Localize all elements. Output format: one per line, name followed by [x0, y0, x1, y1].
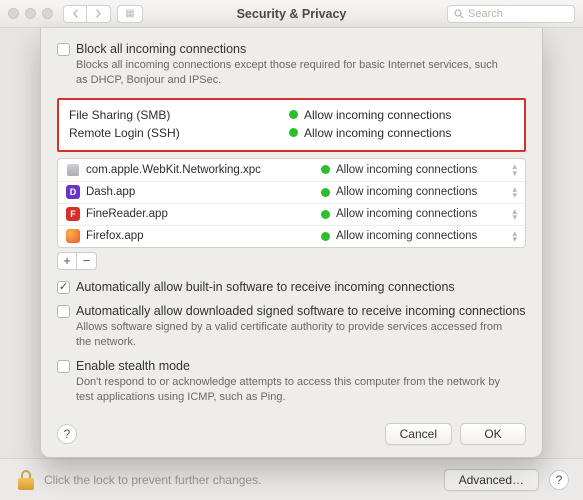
service-row: File Sharing (SMB) Allow incoming connec… [69, 106, 514, 124]
app-name: FineReader.app [86, 208, 321, 220]
dash-app-icon: D [66, 185, 80, 199]
stealth-desc: Don't respond to or acknowledge attempts… [76, 375, 506, 405]
chevron-right-icon [95, 9, 102, 18]
firewall-options-sheet: Block all incoming connections Blocks al… [40, 28, 543, 458]
firefox-app-icon [66, 229, 80, 243]
minus-icon: − [83, 253, 91, 268]
finereader-app-icon: F [66, 207, 80, 221]
nav-group [63, 5, 111, 23]
chevron-down-icon: ▾ [512, 236, 517, 242]
chevron-down-icon: ▾ [512, 192, 517, 198]
status-dot-icon [321, 232, 330, 241]
advanced-button[interactable]: Advanced… [444, 469, 539, 491]
app-list[interactable]: com.apple.WebKit.Networking.xpc Allow in… [57, 158, 526, 248]
cancel-button[interactable]: Cancel [385, 423, 452, 445]
service-name: File Sharing (SMB) [69, 108, 289, 122]
app-name: Dash.app [86, 186, 321, 198]
app-status: Allow incoming connections [336, 186, 477, 198]
block-all-desc: Blocks all incoming connections except t… [76, 58, 506, 88]
lock-icon[interactable] [18, 470, 34, 490]
remove-app-button[interactable]: − [77, 252, 97, 270]
service-status: Allow incoming connections [304, 108, 451, 122]
status-dot-icon [321, 188, 330, 197]
app-name: Firefox.app [86, 230, 321, 242]
stealth-label: Enable stealth mode [76, 359, 506, 373]
grid-icon: ▦ [125, 8, 134, 19]
status-dot-icon [321, 165, 330, 174]
auto-builtin-option: Automatically allow built-in software to… [57, 280, 526, 294]
highlighted-services: File Sharing (SMB) Allow incoming connec… [57, 98, 526, 152]
chevron-left-icon [72, 9, 79, 18]
block-all-checkbox[interactable] [57, 43, 70, 56]
status-popup-button[interactable]: ▴▾ [512, 186, 517, 199]
close-window-icon[interactable] [8, 8, 19, 19]
app-name: com.apple.WebKit.Networking.xpc [86, 164, 321, 176]
search-placeholder: Search [468, 8, 503, 20]
status-dot-icon [321, 210, 330, 219]
status-popup-button[interactable]: ▴▾ [512, 208, 517, 221]
app-row[interactable]: com.apple.WebKit.Networking.xpc Allow in… [58, 159, 525, 181]
add-app-button[interactable]: + [57, 252, 77, 270]
footer-help-button[interactable]: ? [549, 470, 569, 490]
pane-backdrop: Block all incoming connections Blocks al… [0, 28, 583, 458]
status-popup-button[interactable]: ▴▾ [512, 230, 517, 243]
auto-signed-checkbox[interactable] [57, 305, 70, 318]
auto-builtin-label: Automatically allow built-in software to… [76, 280, 455, 294]
xpc-icon [66, 163, 80, 177]
status-popup-button[interactable]: ▴▾ [512, 163, 517, 176]
sheet-footer: ? Cancel OK [57, 423, 526, 445]
plus-icon: + [63, 253, 71, 268]
show-all-button[interactable]: ▦ [117, 5, 143, 23]
auto-builtin-checkbox[interactable] [57, 281, 70, 294]
help-icon: ? [556, 473, 563, 487]
search-icon [454, 9, 464, 19]
pane-footer: Click the lock to prevent further change… [0, 458, 583, 500]
auto-signed-label: Automatically allow downloaded signed so… [76, 304, 526, 318]
back-button[interactable] [63, 5, 87, 23]
ok-button[interactable]: OK [460, 423, 526, 445]
app-row[interactable]: D Dash.app Allow incoming connections ▴▾ [58, 181, 525, 203]
chevron-down-icon: ▾ [512, 170, 517, 176]
app-status: Allow incoming connections [336, 208, 477, 220]
service-status: Allow incoming connections [304, 126, 451, 140]
window-controls [8, 8, 53, 19]
app-row[interactable]: F FineReader.app Allow incoming connecti… [58, 203, 525, 225]
app-status: Allow incoming connections [336, 230, 477, 242]
zoom-window-icon[interactable] [42, 8, 53, 19]
app-row[interactable]: Firefox.app Allow incoming connections ▴… [58, 225, 525, 247]
auto-signed-option: Automatically allow downloaded signed so… [57, 304, 526, 350]
block-all-option: Block all incoming connections Blocks al… [57, 42, 526, 88]
block-all-label: Block all incoming connections [76, 42, 506, 56]
status-dot-icon [289, 110, 298, 119]
window-titlebar: ▦ Security & Privacy Search [0, 0, 583, 28]
forward-button[interactable] [87, 5, 111, 23]
sheet-help-button[interactable]: ? [57, 424, 77, 444]
status-dot-icon [289, 128, 298, 137]
auto-signed-desc: Allows software signed by a valid certif… [76, 320, 506, 350]
help-icon: ? [64, 427, 71, 441]
stealth-checkbox[interactable] [57, 360, 70, 373]
service-name: Remote Login (SSH) [69, 126, 289, 140]
add-remove-group: + − [57, 252, 526, 270]
minimize-window-icon[interactable] [25, 8, 36, 19]
service-row: Remote Login (SSH) Allow incoming connec… [69, 124, 514, 142]
chevron-down-icon: ▾ [512, 214, 517, 220]
stealth-option: Enable stealth mode Don't respond to or … [57, 359, 526, 405]
search-input[interactable]: Search [447, 5, 575, 23]
lock-text: Click the lock to prevent further change… [44, 473, 261, 487]
app-status: Allow incoming connections [336, 164, 477, 176]
